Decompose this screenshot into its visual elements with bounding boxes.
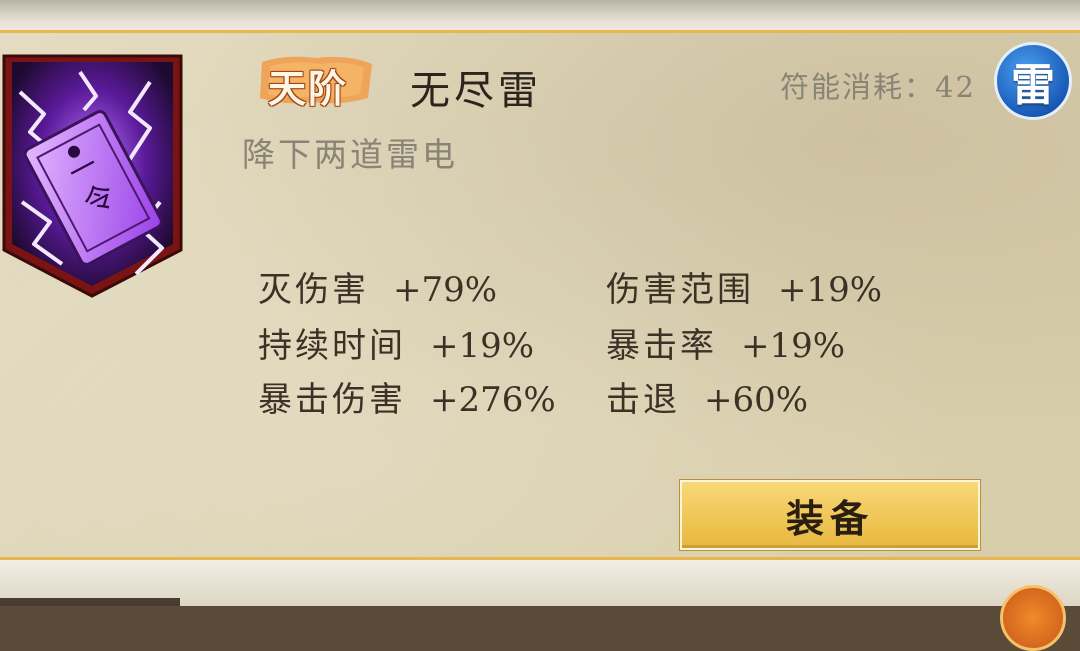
element-label: 雷 xyxy=(1011,60,1055,111)
stat-name: 击退 xyxy=(606,380,680,420)
stat-value: +276% xyxy=(430,380,556,420)
stat-name: 灭伤害 xyxy=(258,270,369,310)
stat-row: 持续时间 +19% xyxy=(258,318,534,367)
equip-button-label: 装备 xyxy=(785,495,874,541)
stat-row: 暴击率 +19% xyxy=(606,318,845,367)
stat-row: 伤害范围 +19% xyxy=(606,262,882,311)
stat-row: 灭伤害 +79% xyxy=(258,262,497,311)
stat-row: 击退 +60% xyxy=(606,372,808,421)
next-card-element-icon xyxy=(1000,585,1066,651)
energy-cost: 符能消耗：42 xyxy=(780,64,976,106)
stat-value: +19% xyxy=(430,326,535,366)
energy-cost-value: 42 xyxy=(935,70,976,104)
skill-name: 无尽雷 xyxy=(410,68,542,114)
stat-row: 暴击伤害 +276% xyxy=(258,372,556,421)
stat-value: +19% xyxy=(741,326,846,366)
stat-name: 持续时间 xyxy=(258,326,406,366)
stat-name: 伤害范围 xyxy=(606,270,754,310)
stat-value: +60% xyxy=(704,380,809,420)
skill-description: 降下两道雷电 xyxy=(242,135,458,174)
stat-name: 暴击率 xyxy=(606,326,717,366)
tier-label: 天阶 xyxy=(268,66,349,111)
next-card-banner-edge xyxy=(0,598,180,606)
equip-button[interactable]: 装备 xyxy=(680,480,980,550)
energy-cost-label: 符能消耗： xyxy=(780,70,936,104)
stat-value: +79% xyxy=(393,270,498,310)
thunder-element-icon: 雷 xyxy=(994,42,1072,120)
stat-value: +19% xyxy=(778,270,883,310)
thunder-talisman-icon: 一 令 xyxy=(2,54,183,298)
stat-name: 暴击伤害 xyxy=(258,380,406,420)
